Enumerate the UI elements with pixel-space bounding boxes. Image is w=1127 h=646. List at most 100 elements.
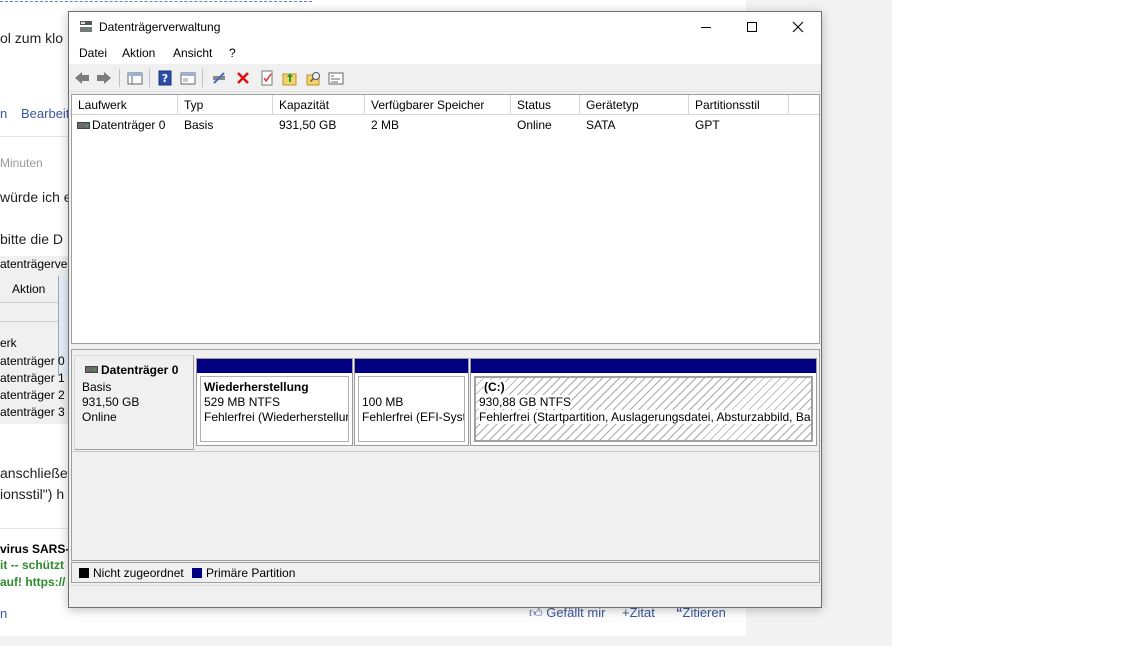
title-bar[interactable]: Datenträgerverwaltung	[69, 12, 821, 42]
back-button[interactable]	[73, 69, 91, 87]
legend-primary: Primäre Partition	[206, 566, 296, 580]
partition-body-selected: (C:) 930,88 GB NTFS Fehlerfrei (Startpar…	[474, 376, 813, 442]
menu-view[interactable]: Ansicht	[173, 46, 212, 60]
minimize-button[interactable]	[683, 12, 729, 42]
cell-status: Online	[517, 118, 552, 132]
close-button[interactable]	[775, 12, 821, 42]
partition-recovery[interactable]: Wiederherstellung 529 MB NTFS Fehlerfrei…	[196, 358, 353, 446]
disk-size: 931,50 GB	[82, 395, 140, 409]
top-link-underline	[0, 0, 312, 2]
toolbar-separator	[202, 69, 203, 87]
partition-name: (C:)	[484, 380, 505, 394]
screenshot-row: atenträger 3	[0, 405, 65, 419]
column-header-status[interactable]: Status	[511, 95, 580, 115]
cell-device-type: SATA	[586, 118, 616, 132]
post-text-line: bitte die D	[0, 231, 64, 247]
column-header-device-type[interactable]: Gerätetyp	[580, 95, 689, 115]
partition-status: Fehlerfrei (Wiederherstellur	[204, 410, 349, 424]
volume-list[interactable]: Laufwerk Typ Kapazität Verfügbarer Speic…	[71, 94, 820, 344]
embedded-screenshot: atenträgerverv Aktion erk atenträger 0 a…	[0, 256, 77, 424]
status-bar	[69, 585, 821, 607]
view-icon	[328, 72, 344, 85]
cell-partition-style: GPT	[695, 118, 720, 132]
maximize-icon	[747, 22, 757, 32]
check-button[interactable]	[258, 69, 276, 87]
partition-body: 100 MB Fehlerfrei (EFI-Syste	[358, 376, 465, 442]
disk-graphical-view: Datenträger 0 Basis 931,50 GB Online Wie…	[71, 349, 820, 561]
partition-efi[interactable]: 100 MB Fehlerfrei (EFI-Syste	[354, 358, 469, 446]
connect-icon	[213, 72, 225, 84]
view-button[interactable]	[327, 69, 345, 87]
disk-type: Basis	[82, 380, 112, 394]
disk-icon	[85, 366, 98, 373]
disk-name: Datenträger 0	[101, 363, 179, 377]
properties-icon	[180, 72, 196, 85]
disk-0-label[interactable]: Datenträger 0 Basis 931,50 GB Online	[74, 355, 194, 450]
folder-up-button[interactable]	[281, 69, 299, 87]
cell-capacity: 931,50 GB	[279, 118, 337, 132]
folder-search-button[interactable]	[305, 69, 323, 87]
partition-size: 930,88 GB NTFS	[479, 395, 572, 409]
column-header-drive[interactable]: Laufwerk	[72, 95, 178, 115]
help-button[interactable]: ?	[156, 69, 174, 87]
post-tab[interactable]: n	[0, 106, 7, 121]
screenshot-menu: Aktion	[12, 282, 46, 296]
menu-action[interactable]: Aktion	[122, 46, 155, 60]
legend-swatch-unallocated	[79, 568, 89, 578]
screenshot-toolbar	[0, 302, 58, 322]
cell-free-space: 2 MB	[371, 118, 400, 132]
properties-button[interactable]	[179, 69, 197, 87]
partition-status: Fehlerfrei (Startpartition, Auslagerungs…	[479, 410, 811, 424]
menu-help[interactable]: ?	[229, 46, 236, 60]
signature-link[interactable]: auf! https://	[0, 575, 65, 589]
column-header-free-space[interactable]: Verfügbarer Speicher	[365, 95, 511, 115]
forward-arrow-icon	[97, 72, 111, 84]
minimize-icon	[701, 27, 711, 28]
primary-partition-bar	[471, 359, 816, 373]
toolbar: ?	[69, 64, 821, 92]
cell-type: Basis	[184, 118, 214, 132]
menu-bar: Datei Aktion Ansicht ?	[69, 42, 821, 64]
disk-management-window: Datenträgerverwaltung Datei Aktion Ansic…	[68, 11, 822, 608]
cell-drive: Datenträger 0	[92, 118, 166, 132]
svg-text:?: ?	[162, 72, 168, 85]
delete-icon	[237, 72, 249, 84]
menu-file[interactable]: Datei	[79, 46, 107, 60]
list-header: Laufwerk Typ Kapazität Verfügbarer Speic…	[72, 95, 819, 115]
partition-c-drive[interactable]: (C:) 930,88 GB NTFS Fehlerfrei (Startpar…	[470, 358, 817, 446]
screenshot-column: erk	[0, 336, 17, 350]
screenshot-row: atenträger 1	[0, 371, 65, 385]
screenshot-row: atenträger 0	[0, 354, 65, 368]
legend-swatch-primary	[192, 568, 202, 578]
delete-button[interactable]	[234, 69, 252, 87]
toolbar-separator	[119, 69, 120, 87]
partition-name: Wiederherstellung	[204, 380, 309, 394]
footer-link[interactable]: n	[0, 606, 7, 621]
help-icon: ?	[158, 70, 172, 86]
post-text-line: ol zum klo	[0, 30, 64, 46]
table-row[interactable]: Datenträger 0 Basis 931,50 GB 2 MB Onlin…	[72, 116, 819, 134]
folder-search-icon	[306, 72, 320, 86]
signature-line: virus SARS-C	[0, 542, 79, 556]
disk-management-icon	[80, 21, 92, 32]
forward-button[interactable]	[95, 69, 113, 87]
column-header-partition-style[interactable]: Partitionsstil	[689, 95, 789, 115]
back-arrow-icon	[75, 72, 89, 84]
post-text-line: ionsstil") h	[0, 486, 65, 502]
console-tree-button[interactable]	[126, 69, 144, 87]
console-tree-icon	[127, 72, 143, 85]
primary-partition-bar	[355, 359, 468, 373]
folder-up-icon	[282, 73, 297, 86]
signature-line: it -- schützt	[0, 558, 64, 572]
column-header-type[interactable]: Typ	[178, 95, 273, 115]
close-icon	[792, 21, 804, 33]
edit-tab[interactable]: Bearbeit	[21, 106, 69, 121]
disk-row-divider	[72, 451, 819, 452]
column-header-capacity[interactable]: Kapazität	[273, 95, 365, 115]
legend-bar: Nicht zugeordnet Primäre Partition	[71, 562, 820, 583]
connect-button[interactable]	[210, 69, 228, 87]
primary-partition-bar	[197, 359, 352, 373]
maximize-button[interactable]	[729, 12, 775, 42]
check-icon	[261, 70, 273, 86]
partition-size: 529 MB NTFS	[204, 395, 281, 409]
